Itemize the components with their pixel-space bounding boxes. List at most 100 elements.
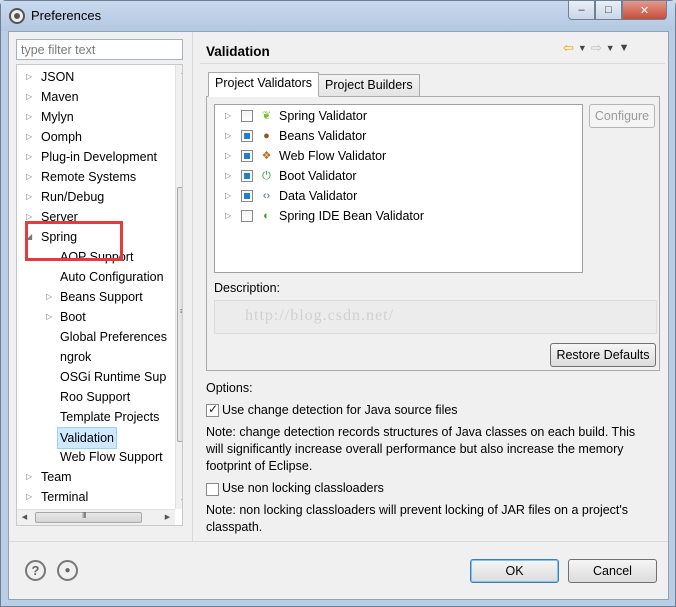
tree-item-label: Team	[41, 470, 72, 484]
tree-item-label: ngrok	[60, 350, 92, 364]
tree-item[interactable]: Validation	[17, 427, 175, 449]
tree-item[interactable]: ngrok	[17, 347, 175, 367]
validator-label: Spring IDE Bean Validator	[279, 209, 424, 223]
tree-collapsed-icon[interactable]: ▷	[46, 287, 56, 307]
tree-item-label: Boot	[60, 310, 86, 324]
scroll-down-icon[interactable]: ▼	[176, 494, 182, 509]
ok-button[interactable]: OK	[470, 559, 559, 583]
change-detection-checkbox[interactable]	[206, 402, 219, 417]
tree-item[interactable]: ▷ Team	[17, 467, 175, 487]
expand-arrow-icon[interactable]: ▷	[225, 166, 231, 186]
spring-highlight-annotation	[25, 221, 123, 261]
validator-label: Data Validator	[279, 189, 358, 203]
scroll-right-icon[interactable]: ▶	[160, 510, 175, 525]
expand-arrow-icon[interactable]: ▷	[225, 146, 231, 166]
code-brackets-icon: ‹›	[262, 190, 271, 202]
scroll-thumb[interactable]	[177, 187, 182, 442]
tree-item-label: Mylyn	[41, 110, 74, 124]
tree-item[interactable]: Template Projects	[17, 407, 175, 427]
scroll-left-icon[interactable]: ◀	[17, 510, 32, 525]
validator-checkbox[interactable]	[241, 210, 253, 222]
tree-collapsed-icon[interactable]: ▷	[26, 467, 36, 487]
tree-item-label: Web Flow Support	[60, 450, 163, 464]
window-title: Preferences	[31, 8, 102, 23]
filter-input[interactable]	[16, 39, 183, 60]
minimize-button[interactable]: –	[568, 1, 595, 20]
tree-item[interactable]: ▷ Beans Support	[17, 287, 175, 307]
tree-item[interactable]: ▷ Mylyn	[17, 107, 175, 127]
forward-arrow-icon[interactable]: ⇨	[591, 40, 602, 56]
tree-item-label: OSGi Runtime Sup	[60, 370, 167, 384]
tree-item[interactable]: ▷ Oomph	[17, 127, 175, 147]
tree-item[interactable]: Roo Support	[17, 387, 175, 407]
tab-project-builders[interactable]: Project Builders	[318, 74, 420, 97]
tree-item[interactable]: ▷ Plug-in Development	[17, 147, 175, 167]
window-controls: – □ ✕	[568, 1, 667, 21]
leaf-icon: ❦	[261, 110, 272, 122]
validator-checkbox[interactable]	[241, 150, 253, 162]
expand-arrow-icon[interactable]: ▷	[225, 206, 231, 226]
tree-collapsed-icon[interactable]: ▷	[26, 67, 36, 87]
tree-vertical-scrollbar[interactable]: ▲ ▼	[175, 65, 182, 509]
close-button[interactable]: ✕	[622, 1, 667, 20]
back-arrow-icon[interactable]: ⇦	[563, 40, 574, 56]
expand-arrow-icon[interactable]: ▷	[225, 106, 231, 126]
view-menu-icon[interactable]: ▼	[619, 42, 630, 54]
tree-item[interactable]: Auto Configuration	[17, 267, 175, 287]
tree-item[interactable]: ▷ JSON	[17, 67, 175, 87]
tab-content: ▷ ❦ Spring Validator ▷ ● Beans Validator ▷ ❖ Web…	[206, 96, 660, 371]
description-label: Description:	[214, 281, 280, 295]
tab-bar: Project Validators Project Builders	[208, 72, 420, 97]
expand-arrow-icon[interactable]: ▷	[225, 186, 231, 206]
preference-tree: ▷ JSON ▷ Maven ▷ Mylyn ▷ Oomph ▷ Plug-in Developm…	[16, 64, 183, 526]
scroll-up-icon[interactable]: ▲	[176, 65, 182, 80]
tree-item[interactable]: ▷ Boot	[17, 307, 175, 327]
tree-collapsed-icon[interactable]: ▷	[26, 167, 36, 187]
validator-row[interactable]: ▷ ⏻ Boot Validator	[215, 166, 575, 186]
configure-button[interactable]: Configure	[589, 104, 655, 128]
maximize-button[interactable]: □	[595, 1, 622, 20]
validator-checkbox[interactable]	[241, 190, 253, 202]
import-export-icon[interactable]: ●	[57, 560, 78, 581]
restore-defaults-button[interactable]: Restore Defaults	[550, 343, 656, 367]
validator-checkbox[interactable]	[241, 170, 253, 182]
tree-item[interactable]: Global Preferences	[17, 327, 175, 347]
hscroll-thumb[interactable]	[35, 511, 142, 523]
expand-arrow-icon[interactable]: ▷	[225, 126, 231, 146]
tree-item[interactable]: ▷ Remote Systems	[17, 167, 175, 187]
validator-checkbox[interactable]	[241, 110, 253, 122]
validator-row[interactable]: ▷ ‹› Data Validator	[215, 186, 575, 206]
panel-divider[interactable]	[192, 32, 193, 542]
validator-row[interactable]: ▷ ❖ Web Flow Validator	[215, 146, 575, 166]
validator-row[interactable]: ▷ ◐ Spring IDE Bean Validator	[215, 206, 575, 226]
tree-collapsed-icon[interactable]: ▷	[26, 487, 36, 507]
back-menu-chevron-icon[interactable]: ▼	[578, 43, 587, 53]
validator-row[interactable]: ▷ ● Beans Validator	[215, 126, 575, 146]
non-locking-label: Use non locking classloaders	[222, 481, 384, 495]
tree-collapsed-icon[interactable]: ▷	[26, 127, 36, 147]
title-bar: Preferences – □ ✕	[1, 1, 675, 31]
cancel-button[interactable]: Cancel	[568, 559, 657, 583]
validator-row[interactable]: ▷ ❦ Spring Validator	[215, 106, 575, 126]
tree-horizontal-scrollbar[interactable]: ◀ ▶	[17, 509, 175, 525]
tree-collapsed-icon[interactable]: ▷	[26, 87, 36, 107]
tree-item[interactable]: OSGi Runtime Sup	[17, 367, 175, 387]
tree-item[interactable]: ▷ Maven	[17, 87, 175, 107]
tree-item-label: Remote Systems	[41, 170, 137, 184]
tree-item-label: Validation	[57, 427, 117, 449]
tree-item[interactable]: ▷ Run/Debug	[17, 187, 175, 207]
non-locking-checkbox[interactable]	[206, 483, 219, 496]
tree-collapsed-icon[interactable]: ▷	[26, 147, 36, 167]
tree-collapsed-icon[interactable]: ▷	[46, 307, 56, 327]
tab-project-validators[interactable]: Project Validators	[208, 72, 320, 97]
tree-item-label: Maven	[41, 90, 79, 104]
tree-item[interactable]: Web Flow Support	[17, 447, 175, 467]
tree-item[interactable]: ▷ Terminal	[17, 487, 175, 507]
non-locking-note: Note: non locking classloaders will prev…	[206, 503, 629, 534]
forward-menu-chevron-icon[interactable]: ▼	[606, 43, 615, 53]
tree-collapsed-icon[interactable]: ▷	[26, 187, 36, 207]
tree-collapsed-icon[interactable]: ▷	[26, 107, 36, 127]
validator-checkbox[interactable]	[241, 130, 253, 142]
validator-label: Beans Validator	[279, 129, 367, 143]
help-icon[interactable]: ?	[25, 560, 46, 581]
